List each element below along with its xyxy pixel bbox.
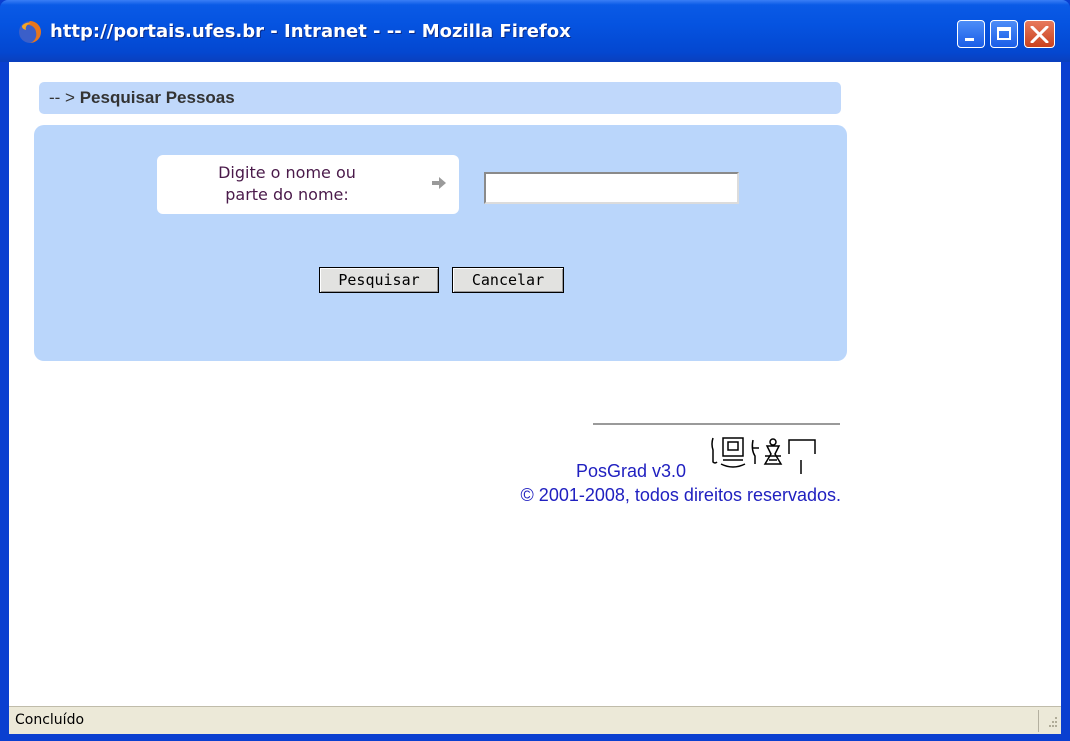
browser-window: http://portais.ufes.br - Intranet - -- -… — [0, 0, 1070, 741]
close-icon — [1030, 26, 1049, 43]
status-bar: Concluído — [9, 706, 1061, 735]
resize-grip-icon[interactable] — [1045, 715, 1059, 731]
title-bar[interactable]: http://portais.ufes.br - Intranet - -- -… — [0, 0, 1070, 62]
window-title: http://portais.ufes.br - Intranet - -- -… — [50, 21, 571, 42]
minimize-button[interactable] — [957, 20, 985, 48]
maximize-icon — [997, 27, 1011, 40]
search-button[interactable]: Pesquisar — [319, 267, 439, 293]
page-title: Pesquisar Pessoas — [79, 88, 235, 107]
search-panel: Digite o nome ou parte do nome: Pesquisa… — [34, 125, 847, 361]
search-label-box: Digite o nome ou parte do nome: — [157, 155, 459, 214]
window-bottom-border — [0, 734, 1070, 741]
close-button[interactable] — [1024, 20, 1055, 48]
cancel-button[interactable]: Cancelar — [452, 267, 564, 293]
arrow-right-icon — [432, 177, 446, 189]
hieroglyph-logo — [711, 437, 816, 474]
firefox-icon — [19, 21, 41, 43]
name-search-input[interactable] — [484, 172, 739, 204]
search-label-line-2: parte do nome: — [225, 185, 349, 204]
maximize-button[interactable] — [990, 20, 1018, 48]
footer-copyright: © 2001-2008, todos direitos reservados. — [520, 485, 841, 505]
minimize-icon — [965, 38, 974, 41]
breadcrumb: -- > Pesquisar Pessoas — [39, 82, 841, 114]
page-content: -- > Pesquisar Pessoas Digite o nome ou … — [9, 62, 1061, 706]
footer-version: PosGrad v3.0 — [575, 461, 686, 481]
search-label: Digite o nome ou parte do nome: — [202, 162, 372, 206]
status-separator — [1038, 710, 1039, 732]
search-label-line-1: Digite o nome ou — [218, 163, 356, 182]
status-text: Concluído — [15, 712, 85, 728]
breadcrumb-prefix: -- > — [49, 88, 75, 107]
footer-divider — [593, 423, 840, 425]
